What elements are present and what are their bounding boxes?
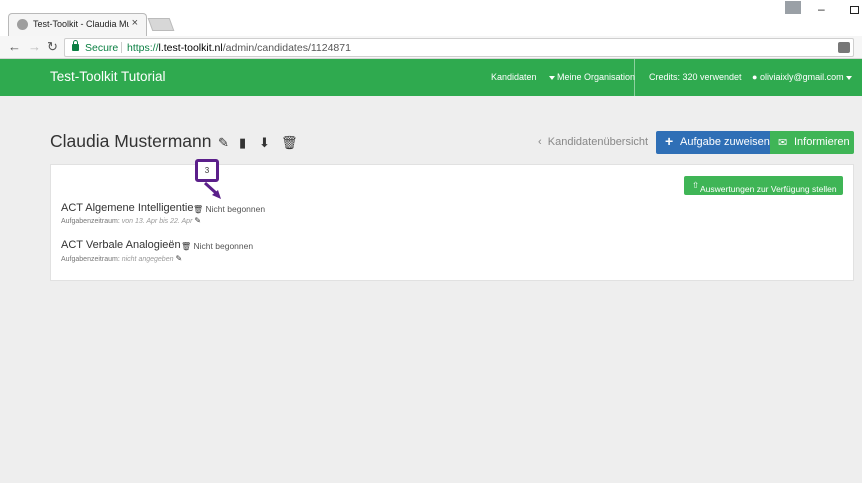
reload-icon[interactable]: ↻ — [47, 39, 58, 55]
tab-close-icon[interactable]: × — [132, 17, 138, 29]
maximize-icon[interactable] — [850, 6, 859, 14]
tab-title: Test-Toolkit - Claudia Mu — [33, 19, 129, 29]
chevron-left-icon: ‹ — [538, 136, 542, 148]
task-status-text: Nicht begonnen — [193, 241, 254, 251]
url-text[interactable]: https://l.test-toolkit.nl/admin/candidat… — [127, 42, 351, 54]
edit-icon[interactable]: ✎ — [194, 216, 201, 225]
release-results-text: Auswertungen zur Verfügung stellen — [700, 184, 837, 194]
annotation-arrow-icon — [203, 182, 221, 199]
user-icon: ● — [752, 72, 758, 82]
minimize-icon[interactable]: – — [818, 2, 825, 16]
translate-icon[interactable] — [838, 42, 850, 53]
nav-organisation[interactable]: Meine Organisation — [547, 72, 635, 82]
brand-title[interactable]: Test-Toolkit Tutorial — [50, 69, 166, 84]
navbar-divider — [634, 59, 635, 96]
download-icon[interactable]: ⬇ — [259, 135, 270, 151]
candidate-name: Claudia Mustermann — [50, 131, 212, 151]
new-tab-button[interactable] — [147, 18, 175, 31]
user-email: oliviaixly@gmail.com — [759, 72, 844, 82]
trash-icon[interactable]: 🗑 — [181, 242, 191, 251]
task-status: 🗑 Nicht begonnen — [181, 241, 253, 251]
secure-label: Secure — [85, 42, 119, 54]
forward-arrow-icon[interactable]: → — [28, 39, 41, 54]
task-title[interactable]: ACT Verbale Analogieën — [61, 239, 181, 251]
trash-icon[interactable]: 🗑 — [281, 135, 298, 151]
task-period: Aufgabenzeitraum: nicht angegeben ✎ — [61, 254, 182, 263]
caret-down-icon — [845, 75, 852, 80]
favicon-icon — [17, 19, 28, 30]
period-label: Aufgabenzeitraum: — [61, 218, 120, 225]
address-bar[interactable]: Secure https://l.test-toolkit.nl/admin/c… — [64, 38, 854, 57]
task-status: 🗑 Nicht begonnen — [193, 204, 265, 214]
edit-icon[interactable]: ✎ — [218, 135, 229, 151]
nav-kandidaten[interactable]: Kandidaten — [491, 72, 537, 82]
assign-task-label: Aufgabe zuweisen — [680, 136, 770, 148]
back-to-candidates-link[interactable]: ‹ Kandidatenübersicht — [538, 136, 648, 148]
inform-button[interactable]: ✉ Informieren — [770, 131, 854, 154]
period-value: von 13. Apr bis 22. Apr — [121, 218, 193, 225]
omnibox-divider — [121, 42, 122, 53]
back-link-label: Kandidatenübersicht — [547, 136, 649, 148]
edit-icon[interactable]: ✎ — [175, 254, 182, 263]
lock-icon — [72, 40, 79, 51]
period-value: nicht angegeben — [121, 256, 174, 263]
assign-task-button[interactable]: + Aufgabe zuweisen — [656, 131, 770, 154]
user-menu[interactable]: ● oliviaixly@gmail.com — [752, 72, 854, 82]
url-path: /admin/candidates/1124871 — [222, 42, 351, 54]
plus-icon: + — [665, 133, 674, 149]
browser-titlebar: Test-Toolkit - Claudia Mu × – — [0, 0, 862, 36]
profile-icon[interactable] — [785, 1, 801, 14]
caret-down-icon — [549, 75, 555, 80]
period-label: Aufgabenzeitraum: — [61, 256, 120, 263]
task-period: Aufgabenzeitraum: von 13. Apr bis 22. Ap… — [61, 216, 201, 225]
task-title[interactable]: ACT Algemene Intelligentie — [61, 202, 194, 214]
book-icon[interactable]: ▮ — [239, 135, 246, 151]
back-arrow-icon[interactable]: ← — [8, 39, 21, 54]
browser-toolbar: ← → ↻ Secure https://l.test-toolkit.nl/a… — [0, 36, 862, 59]
release-results-label: ⇧ Auswertungen zur Verfügung stellen — [692, 180, 837, 194]
task-status-text: Nicht begonnen — [205, 204, 266, 214]
browser-tab[interactable]: Test-Toolkit - Claudia Mu × — [8, 13, 147, 36]
release-results-button[interactable]: ⇧ Auswertungen zur Verfügung stellen — [684, 176, 843, 195]
annotation-marker: 3 — [195, 159, 219, 182]
credits-text: Credits: 320 verwendet — [649, 72, 742, 82]
url-prefix: https:// — [127, 42, 159, 54]
nav-organisation-label: Meine Organisation — [557, 72, 636, 82]
trash-icon[interactable]: 🗑 — [193, 205, 203, 214]
envelope-icon: ✉ — [778, 137, 788, 149]
inform-label: Informieren — [794, 136, 850, 148]
url-host: l.test-toolkit.nl — [158, 42, 223, 54]
app-navbar: Test-Toolkit Tutorial Kandidaten Meine O… — [0, 59, 862, 96]
